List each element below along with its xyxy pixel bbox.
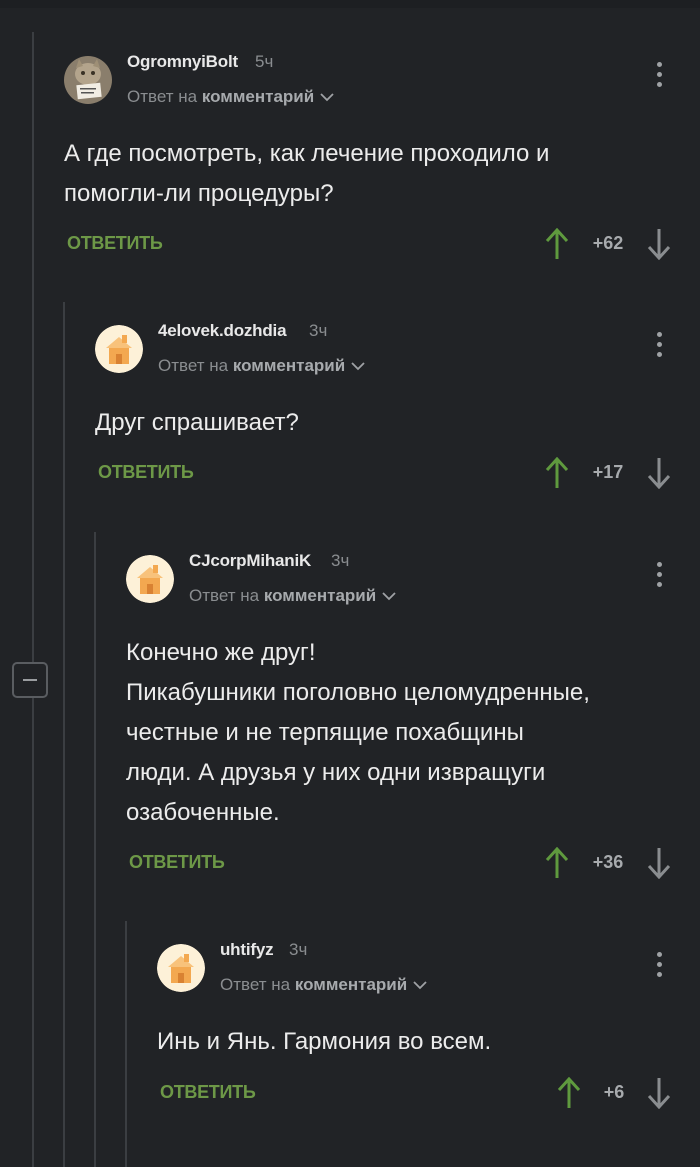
reply-to-link[interactable]: Ответ на комментарий — [158, 356, 365, 376]
reply-to-link[interactable]: Ответ на комментарий — [127, 87, 334, 107]
vote-score: +36 — [592, 852, 624, 872]
downvote-arrow-icon[interactable] — [647, 457, 671, 489]
username[interactable]: CJcorpMihaniK — [189, 551, 311, 571]
comment-text-line: Друг спрашивает? — [95, 409, 299, 436]
more-options-icon[interactable] — [654, 62, 664, 92]
more-options-icon[interactable] — [654, 952, 664, 982]
reply-to-prefix: Ответ на — [189, 586, 260, 605]
reply-to-target: комментарий — [201, 87, 315, 106]
username[interactable]: OgromnyiBolt — [127, 52, 238, 72]
thread-line — [32, 32, 34, 1167]
reply-to-prefix: Ответ на — [220, 975, 291, 994]
reply-to-target: комментарий — [294, 975, 408, 994]
minus-icon — [23, 679, 37, 681]
avatar[interactable] — [157, 944, 205, 992]
vote-score: +62 — [592, 233, 624, 253]
comment-text-line: Инь и Янь. Гармония во всем. — [157, 1028, 492, 1055]
timestamp: 3ч — [309, 321, 328, 340]
timestamp: 5ч — [255, 52, 274, 71]
thread-line — [125, 921, 127, 1167]
chevron-down-icon — [413, 981, 427, 990]
reply-to-link[interactable]: Ответ на комментарий — [189, 586, 396, 606]
avatar[interactable] — [95, 325, 143, 373]
reply-to-target: комментарий — [263, 586, 377, 605]
comment-text-line: Конечно же друг! — [126, 639, 316, 666]
thread-line — [94, 532, 96, 1167]
downvote-arrow-icon[interactable] — [647, 228, 671, 260]
vote-score: +6 — [603, 1082, 625, 1102]
comment-text: А где посмотреть, как лечение проходило … — [64, 134, 549, 214]
avatar[interactable] — [126, 555, 174, 603]
reply-to-link[interactable]: Ответ на комментарий — [220, 975, 427, 995]
username[interactable]: 4elovek.dozhdia — [158, 321, 287, 341]
more-options-icon[interactable] — [654, 332, 664, 362]
reply-button[interactable]: ОТВЕТИТЬ — [67, 233, 163, 254]
downvote-arrow-icon[interactable] — [647, 1077, 671, 1109]
username[interactable]: uhtifyz — [220, 940, 274, 960]
comment-text-line: честные и не терпящие похабщины — [126, 719, 524, 746]
timestamp: 3ч — [331, 551, 350, 570]
default-house-avatar-icon — [95, 325, 143, 373]
comment-text: Инь и Янь. Гармония во всем. — [157, 1022, 491, 1062]
timestamp: 3ч — [289, 940, 308, 959]
upvote-arrow-icon[interactable] — [557, 1077, 581, 1109]
reply-button[interactable]: ОТВЕТИТЬ — [160, 1082, 256, 1103]
comment-text: Друг спрашивает? — [95, 403, 299, 443]
reply-button[interactable]: ОТВЕТИТЬ — [98, 462, 194, 483]
reply-to-prefix: Ответ на — [127, 87, 198, 106]
reply-to-prefix: Ответ на — [158, 356, 229, 375]
upvote-arrow-icon[interactable] — [545, 457, 569, 489]
chevron-down-icon — [382, 592, 396, 601]
reply-to-target: комментарий — [232, 356, 346, 375]
upvote-arrow-icon[interactable] — [545, 228, 569, 260]
comment-text-line: озабоченные. — [126, 799, 280, 826]
thread-line — [63, 302, 65, 1167]
collapse-thread-button[interactable] — [12, 662, 48, 698]
comment-text-line: Пикабушники поголовно целомудренные, — [126, 679, 590, 706]
comment-text-line: люди. А друзья у них одни извращуги — [126, 759, 546, 786]
downvote-arrow-icon[interactable] — [647, 847, 671, 879]
upvote-arrow-icon[interactable] — [545, 847, 569, 879]
reply-button[interactable]: ОТВЕТИТЬ — [129, 852, 225, 873]
avatar[interactable] — [64, 56, 112, 104]
comment-text: Конечно же друг! Пикабушники поголовно ц… — [126, 633, 590, 833]
top-edge — [0, 0, 700, 8]
comment-text-line: А где посмотреть, как лечение проходило … — [64, 140, 550, 167]
vote-score: +17 — [592, 462, 624, 482]
more-options-icon[interactable] — [654, 562, 664, 592]
chevron-down-icon — [351, 362, 365, 371]
default-house-avatar-icon — [126, 555, 174, 603]
default-house-avatar-icon — [157, 944, 205, 992]
chevron-down-icon — [320, 93, 334, 102]
comment-text-line: помогли-ли процедуры? — [64, 180, 334, 207]
cat-avatar-icon — [64, 56, 112, 104]
